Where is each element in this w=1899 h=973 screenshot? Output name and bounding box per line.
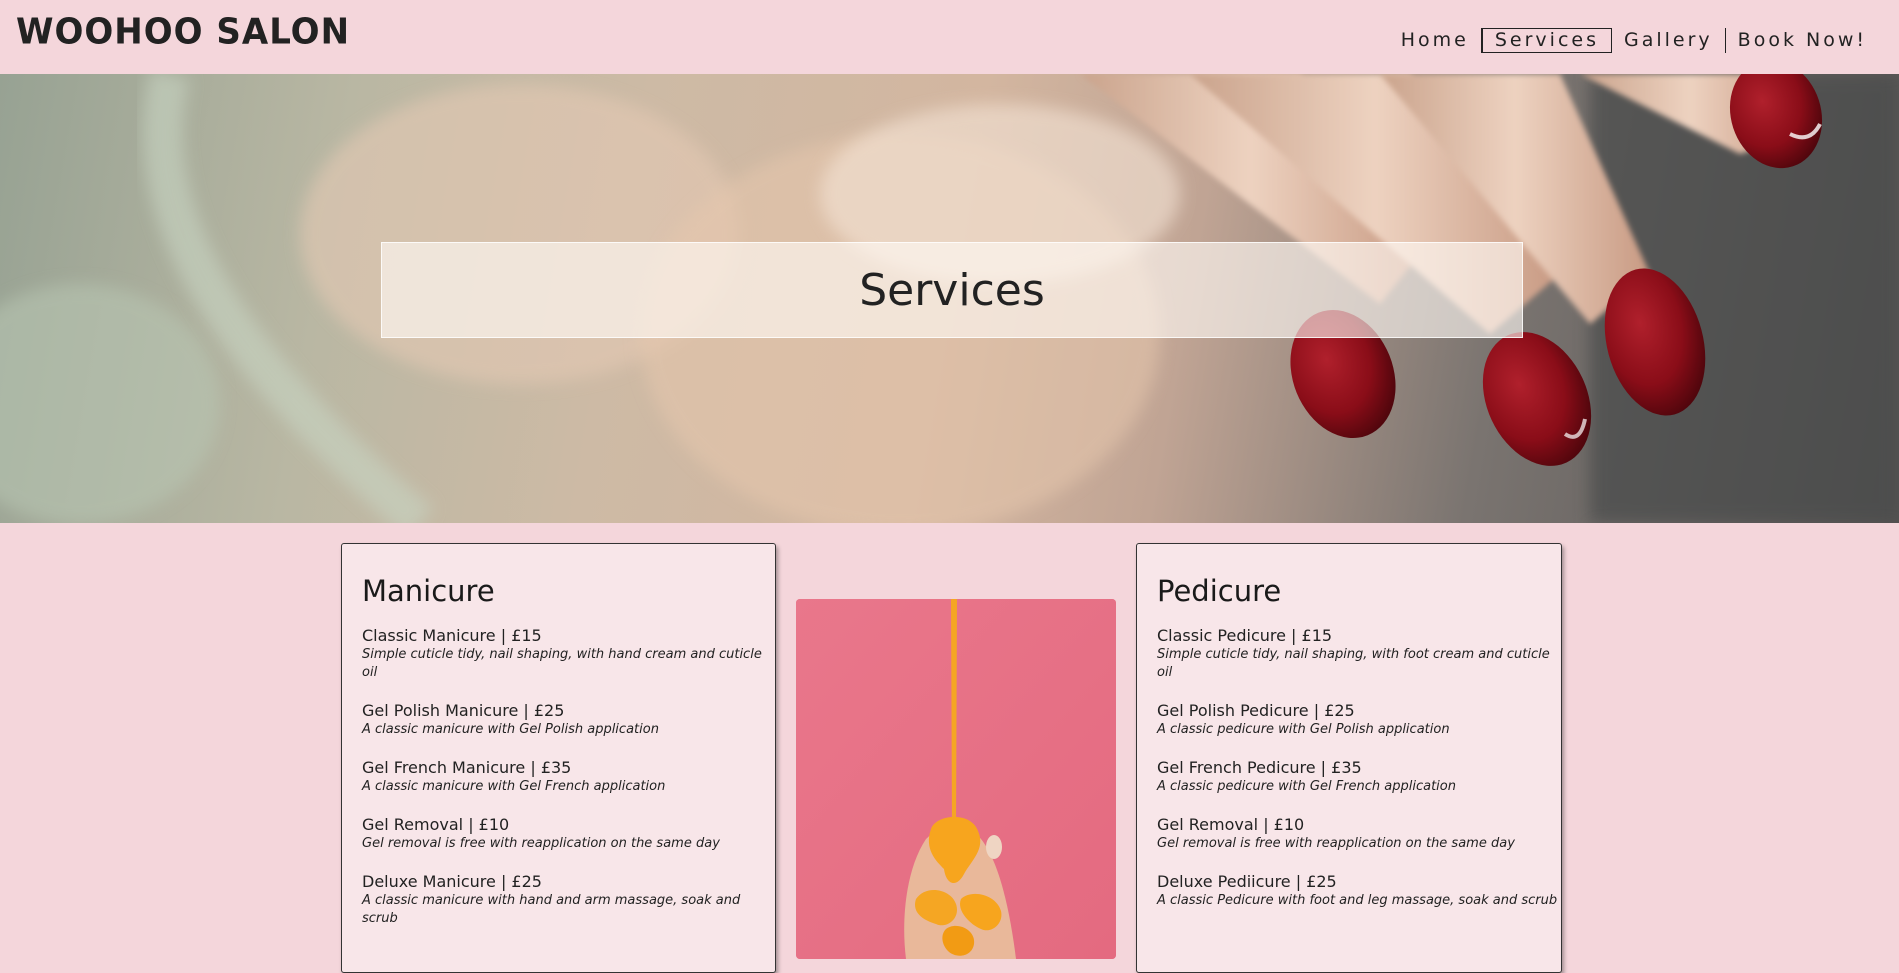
nav-home[interactable]: Home (1389, 28, 1481, 53)
service-name: Gel Removal | £10 (1157, 815, 1305, 834)
nav-services[interactable]: Services (1481, 28, 1612, 53)
service-description: Gel removal is free with reapplication o… (1157, 836, 1515, 851)
service-item: Deluxe Pediicure | £25 A classic Pedicur… (1157, 872, 1561, 910)
hero-banner: Services (0, 74, 1899, 523)
service-name: Classic Manicure | £15 (362, 626, 542, 645)
nav-gallery[interactable]: Gallery (1612, 28, 1725, 53)
service-name: Classic Pedicure | £15 (1157, 626, 1333, 645)
service-description: A classic manicure with Gel French appli… (362, 779, 666, 794)
service-description: A classic manicure with Gel Polish appli… (362, 722, 659, 737)
manicure-card: Manicure Classic Manicure | £15 Simple c… (341, 543, 776, 973)
service-description: Gel removal is free with reapplication o… (362, 836, 720, 851)
service-item: Gel French Pedicure | £35 A classic pedi… (1157, 758, 1561, 796)
pedicure-card: Pedicure Classic Pedicure | £15 Simple c… (1136, 543, 1562, 973)
service-item: Gel Polish Manicure | £25 A classic mani… (362, 701, 775, 739)
service-item: Gel Removal | £10 Gel removal is free wi… (1157, 815, 1561, 853)
nav-book-now[interactable]: Book Now! (1726, 28, 1879, 53)
site-header: WOOHOO SALON Home Services Gallery Book … (0, 0, 1899, 74)
pedicure-title: Pedicure (1157, 574, 1282, 608)
paint-drip-photo (796, 599, 1116, 959)
main-nav: Home Services Gallery Book Now! (1389, 27, 1879, 54)
service-description: A classic pedicure with Gel Polish appli… (1157, 722, 1450, 737)
service-name: Deluxe Pediicure | £25 (1157, 872, 1337, 891)
hand-dripping-orange-paint-photo (796, 599, 1116, 959)
page-title: Services (859, 264, 1045, 316)
service-name: Gel Polish Pedicure | £25 (1157, 701, 1355, 720)
service-description: Simple cuticle tidy, nail shaping, with … (362, 647, 762, 680)
service-item: Classic Manicure | £15 Simple cuticle ti… (362, 626, 775, 682)
service-description: A classic manicure with hand and arm mas… (362, 893, 741, 926)
service-name: Gel French Pedicure | £35 (1157, 758, 1362, 777)
service-item: Deluxe Manicure | £25 A classic manicure… (362, 872, 775, 928)
service-description: Simple cuticle tidy, nail shaping, with … (1157, 647, 1550, 680)
hero-title-box: Services (381, 242, 1523, 338)
service-item: Gel French Manicure | £35 A classic mani… (362, 758, 775, 796)
manicure-title: Manicure (362, 574, 495, 608)
service-item: Classic Pedicure | £15 Simple cuticle ti… (1157, 626, 1561, 682)
service-name: Gel French Manicure | £35 (362, 758, 572, 777)
service-item: Gel Polish Pedicure | £25 A classic pedi… (1157, 701, 1561, 739)
service-name: Gel Polish Manicure | £25 (362, 701, 565, 720)
site-logo[interactable]: WOOHOO SALON (16, 11, 350, 53)
service-description: A classic Pedicure with foot and leg mas… (1157, 893, 1558, 908)
service-name: Deluxe Manicure | £25 (362, 872, 542, 891)
service-description: A classic pedicure with Gel French appli… (1157, 779, 1456, 794)
service-name: Gel Removal | £10 (362, 815, 510, 834)
service-item: Gel Removal | £10 Gel removal is free wi… (362, 815, 775, 853)
